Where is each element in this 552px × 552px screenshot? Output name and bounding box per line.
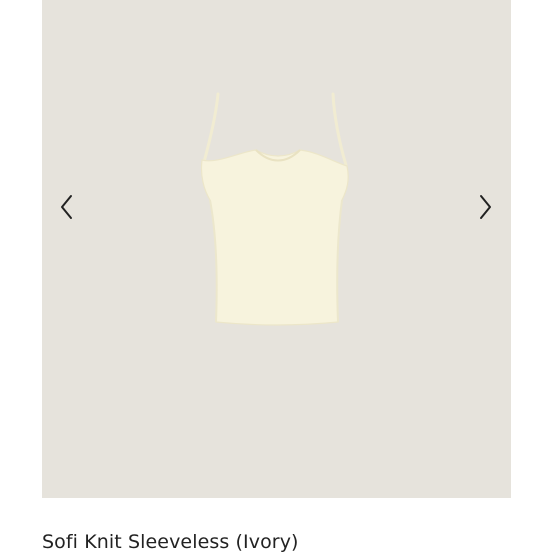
chevron-left-icon — [61, 195, 72, 219]
product-image[interactable] — [42, 0, 511, 498]
next-image-button[interactable] — [468, 190, 502, 224]
product-title: Sofi Knit Sleeveless (Ivory) — [42, 531, 299, 552]
previous-image-button[interactable] — [50, 190, 84, 224]
chevron-right-icon — [480, 195, 491, 219]
product-image-gallery — [42, 0, 511, 498]
product-page: Sofi Knit Sleeveless (Ivory) — [0, 0, 552, 552]
